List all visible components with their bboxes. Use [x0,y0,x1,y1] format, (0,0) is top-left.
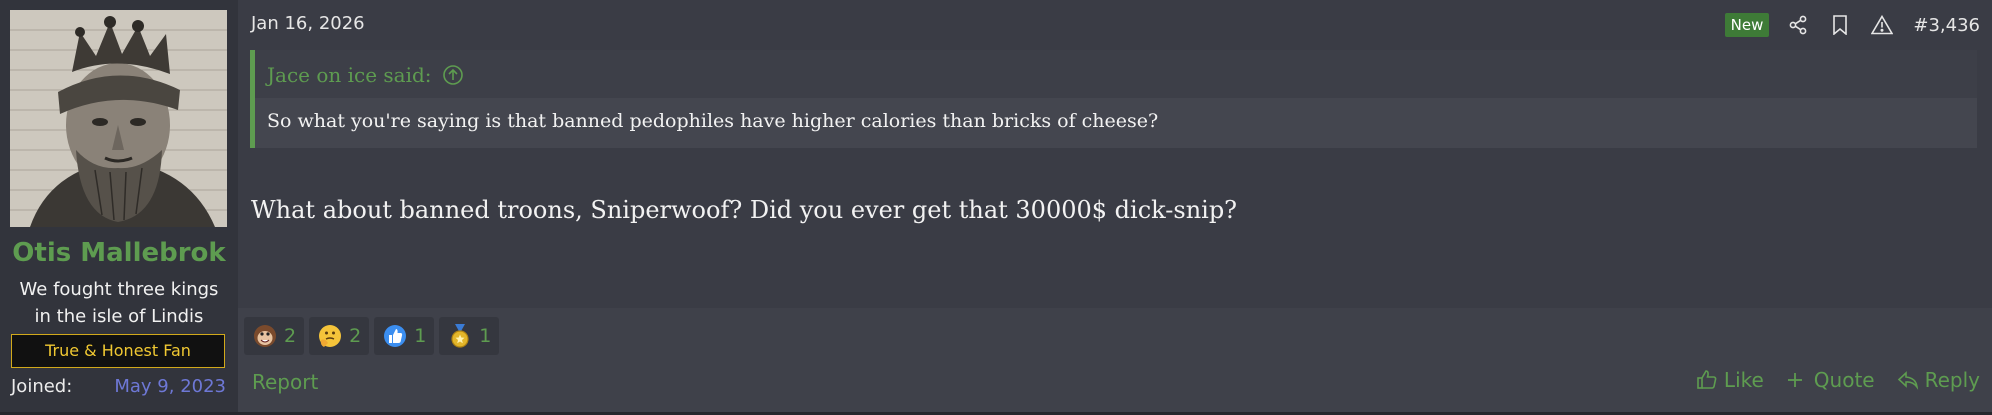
post-number[interactable]: #3,436 [1913,15,1980,36]
medal-icon [447,323,473,349]
username[interactable]: Otis Mallebrok [0,238,238,268]
reaction-count: 2 [349,325,362,347]
bookmark-icon[interactable] [1829,14,1851,36]
joined-label: Joined: [11,376,73,397]
post-message: What about banned troons, Sniperwoof? Di… [251,196,1238,224]
reply-button[interactable]: Reply [1897,368,1980,392]
like-label: Like [1723,368,1764,392]
warning-icon[interactable] [1871,14,1894,36]
like-button[interactable]: Like [1696,368,1764,392]
quote-block: Jace on ice said: So what you're saying … [250,50,1977,148]
quote-author-label: Jace on ice said: [267,63,432,87]
new-badge: New [1724,13,1770,37]
reaction-bar: 2 2 1 1 [244,317,504,355]
user-title: We fought three kings in the isle of Lin… [0,276,238,330]
quote-button[interactable]: Quote [1786,368,1875,392]
arrow-up-circle-icon[interactable] [442,64,464,86]
reaction-count: 2 [284,325,297,347]
reaction-count: 1 [414,325,427,347]
reaction-item[interactable]: 1 [439,317,500,355]
avatar[interactable] [10,10,227,227]
user-title-line: in the isle of Lindis [34,306,204,327]
reply-arrow-icon [1897,369,1919,391]
post-date[interactable]: Jan 16, 2026 [251,13,365,34]
reaction-item[interactable]: 2 [244,317,305,355]
reaction-item[interactable]: 1 [374,317,435,355]
thumbs-up-icon [382,323,408,349]
user-title-line: We fought three kings [19,279,219,300]
user-info-panel: Otis Mallebrok We fought three kings in … [0,0,238,412]
plus-icon [1786,369,1808,391]
post-main: Jan 16, 2026 New #3,436 Jace on ice said… [238,0,1992,412]
forum-post: Otis Mallebrok We fought three kings in … [0,0,1992,412]
monkey-face-icon [252,323,278,349]
reaction-item[interactable]: 2 [309,317,370,355]
joined-date: May 9, 2023 [114,376,226,397]
thumbs-up-outline-icon [1696,369,1718,391]
post-footer: 2 2 1 1 Report Like Quote Reply [238,308,1992,412]
quote-label: Quote [1813,368,1875,392]
quote-header: Jace on ice said: [255,50,1977,98]
share-icon[interactable] [1787,14,1809,36]
report-link[interactable]: Report [252,370,318,394]
quote-text: So what you're saying is that banned ped… [267,110,1159,132]
user-banner: True & Honest Fan [11,334,225,368]
quote-author[interactable]: Jace on ice said: [267,63,464,87]
reply-label: Reply [1924,368,1980,392]
post-actions: Like Quote Reply [1674,368,1980,392]
thinking-face-icon [317,323,343,349]
reaction-count: 1 [479,325,492,347]
post-header-actions: New #3,436 [1724,11,1980,39]
